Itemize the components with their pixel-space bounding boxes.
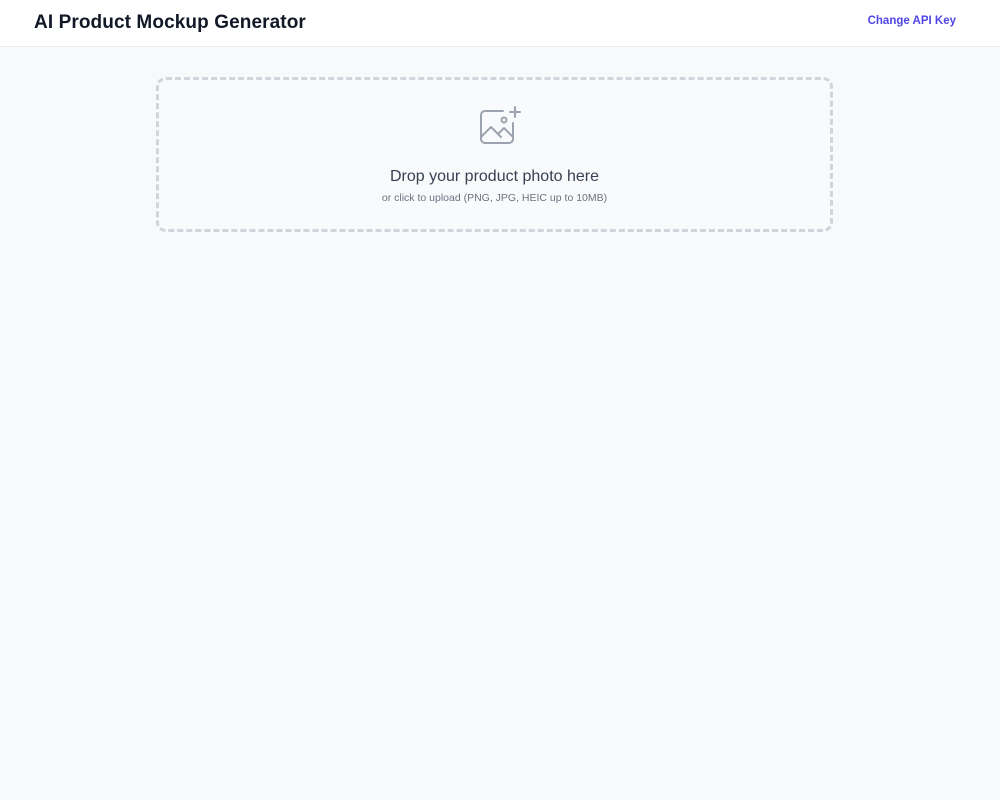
dropzone-title: Drop your product photo here [389, 168, 599, 185]
change-api-key-link[interactable]: Change API Key [868, 15, 956, 27]
app-title: AI Product Mockup Generator [34, 12, 306, 33]
app-header: AI Product Mockup Generator Change API K… [0, 0, 1000, 47]
image-add-icon [477, 105, 521, 149]
upload-dropzone[interactable]: Drop your product photo here or click to… [156, 77, 833, 232]
dropzone-subtitle: or click to upload (PNG, JPG, HEIC up to… [381, 192, 608, 204]
